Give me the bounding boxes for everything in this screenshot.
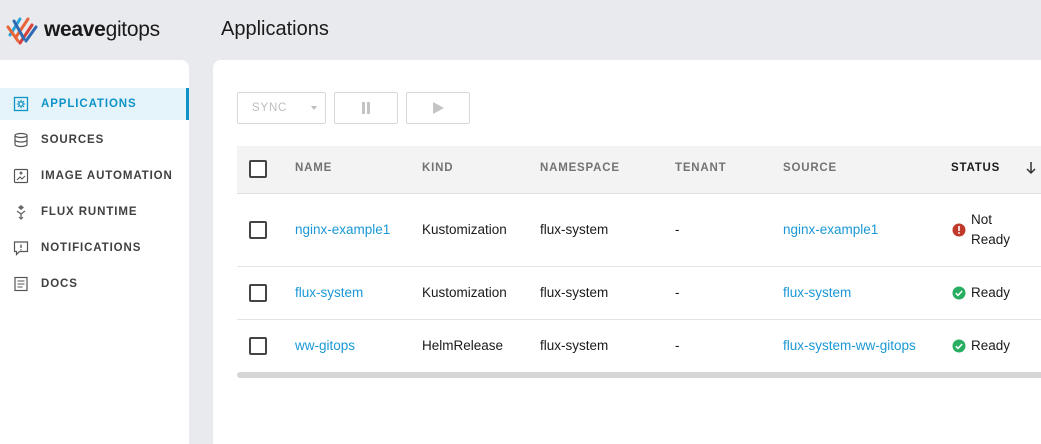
status-badge: Ready (952, 336, 1010, 356)
sort-down-icon[interactable] (1025, 160, 1037, 176)
page-title: Applications (221, 18, 329, 40)
resume-button[interactable] (406, 92, 470, 124)
check-circle-icon (952, 286, 966, 300)
column-header-tenant[interactable]: TENANT (675, 162, 726, 174)
app-namespace: flux-system (540, 285, 609, 300)
row-divider (237, 266, 1041, 267)
sidebar-item-docs[interactable]: DOCS (0, 268, 189, 300)
sidebar-item-label: NOTIFICATIONS (41, 242, 142, 254)
status-text: Not Ready (971, 212, 1011, 247)
app-source-link[interactable]: nginx-example1 (783, 222, 878, 237)
app-tenant: - (675, 285, 680, 300)
sources-icon (12, 131, 30, 149)
notifications-icon (12, 239, 30, 257)
table-header (237, 146, 1041, 194)
sidebar-item-label: SOURCES (41, 134, 105, 146)
status-text: Ready (971, 285, 1011, 300)
column-header-kind[interactable]: KIND (422, 162, 453, 174)
app-tenant: - (675, 338, 680, 353)
column-header-name[interactable]: NAME (295, 162, 332, 174)
docs-icon (12, 275, 30, 293)
app-kind: Kustomization (422, 285, 507, 300)
app-kind: HelmRelease (422, 338, 504, 353)
weave-gitops-logo[interactable]: weavegitops (6, 12, 160, 48)
image-automation-icon (12, 167, 30, 185)
app-name-link[interactable]: flux-system (295, 285, 363, 300)
error-icon (952, 223, 966, 237)
app-tenant: - (675, 222, 680, 237)
app-kind: Kustomization (422, 222, 507, 237)
sync-button[interactable]: SYNC (237, 92, 326, 124)
chevron-down-icon (311, 106, 317, 110)
app-source-link[interactable]: flux-system-ww-gitops (783, 338, 916, 353)
sidebar-item-label: DOCS (41, 278, 78, 290)
status-text: Ready (971, 338, 1011, 353)
column-header-source[interactable]: SOURCE (783, 162, 837, 174)
row-checkbox[interactable] (249, 221, 267, 239)
row-divider (237, 319, 1041, 320)
row-checkbox[interactable] (249, 284, 267, 302)
flux-runtime-icon (12, 203, 30, 221)
sidebar: APPLICATIONS SOURCES IMAGE AUTOMATION FL… (0, 60, 189, 444)
sidebar-item-applications[interactable]: APPLICATIONS (0, 88, 189, 120)
app-name-link[interactable]: nginx-example1 (295, 222, 390, 237)
app-namespace: flux-system (540, 222, 609, 237)
status-badge: Ready (952, 283, 1010, 303)
column-header-status[interactable]: STATUS (951, 162, 1000, 174)
check-circle-icon (952, 339, 966, 353)
app-name-link[interactable]: ww-gitops (295, 338, 355, 353)
horizontal-scrollbar[interactable] (237, 372, 1041, 378)
pause-icon (362, 102, 370, 114)
sidebar-item-notifications[interactable]: NOTIFICATIONS (0, 232, 189, 264)
logo-text: weavegitops (44, 18, 160, 41)
sync-button-label: SYNC (252, 102, 288, 114)
sidebar-item-label: FLUX RUNTIME (41, 206, 138, 218)
status-badge: Not Ready (952, 210, 1013, 250)
main-panel: SYNC NAME KIND NAMESPACE TENANT SOURCE S… (213, 60, 1041, 444)
app-source-link[interactable]: flux-system (783, 285, 851, 300)
column-header-namespace[interactable]: NAMESPACE (540, 162, 620, 174)
sidebar-item-label: IMAGE AUTOMATION (41, 170, 173, 182)
sidebar-item-image-automation[interactable]: IMAGE AUTOMATION (0, 160, 189, 192)
suspend-button[interactable] (334, 92, 398, 124)
sidebar-item-sources[interactable]: SOURCES (0, 124, 189, 156)
weave-logo-icon (6, 17, 38, 45)
select-all-checkbox[interactable] (249, 160, 267, 178)
sidebar-item-flux-runtime[interactable]: FLUX RUNTIME (0, 196, 189, 228)
sidebar-item-label: APPLICATIONS (41, 98, 137, 110)
applications-icon (12, 95, 30, 113)
app-namespace: flux-system (540, 338, 609, 353)
row-checkbox[interactable] (249, 337, 267, 355)
play-icon (433, 102, 444, 114)
